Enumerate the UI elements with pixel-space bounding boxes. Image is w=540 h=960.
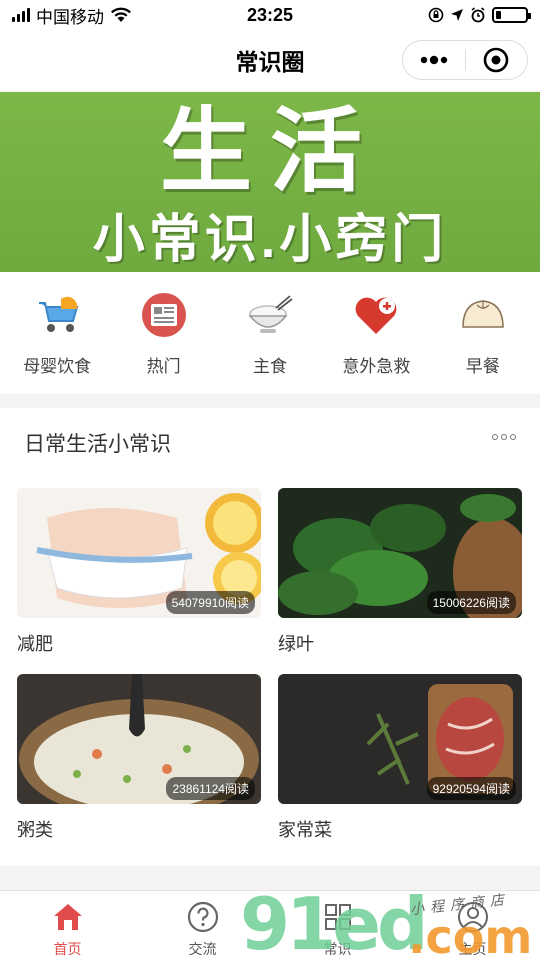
read-count-badge: 54079910阅读: [165, 591, 255, 614]
banner-title: 生活: [159, 101, 380, 203]
carrier-label: 中国移动: [36, 7, 104, 27]
category-row: 母婴饮食 热门 主食 意外急救 早餐: [0, 272, 540, 394]
close-button[interactable]: [466, 41, 528, 79]
card-image: 15006226阅读: [278, 488, 522, 618]
question-circle-icon: [186, 901, 220, 933]
steamed-bun-icon: [458, 290, 508, 340]
card-title: 粥类: [17, 820, 53, 840]
tips-section: 日常生活小常识 54079910阅读 减肥 15006226阅读 绿叶 2386…: [0, 408, 540, 866]
tab-label: 主页: [458, 941, 487, 957]
tab-bar: 首页 交流 常识 主页: [0, 890, 540, 960]
tab-knowledge[interactable]: 常识: [270, 891, 405, 960]
more-options-icon[interactable]: [492, 434, 516, 440]
alarm-icon: [471, 7, 485, 23]
category-label: 意外急救: [342, 357, 411, 376]
category-label: 主食: [252, 357, 287, 376]
home-icon: [51, 901, 85, 933]
more-button[interactable]: [403, 41, 465, 79]
article-card-weight-loss[interactable]: 54079910阅读 减肥: [17, 488, 261, 656]
article-card-home-cooking[interactable]: 92920594阅读 家常菜: [278, 674, 522, 842]
card-image: 54079910阅读: [17, 488, 261, 618]
banner[interactable]: 生活 小常识.小窍门: [0, 92, 540, 272]
read-count-badge: 92920594阅读: [426, 777, 516, 800]
user-icon: [456, 901, 490, 933]
status-right: [428, 7, 531, 23]
rice-bowl-icon: [245, 290, 295, 340]
card-title: 绿叶: [278, 634, 314, 654]
read-count-badge: 15006226阅读: [426, 591, 516, 614]
mini-program-capsule: [402, 40, 528, 80]
category-item-first-aid[interactable]: 意外急救: [326, 272, 426, 394]
category-item-staple[interactable]: 主食: [220, 272, 320, 394]
category-label: 母婴饮食: [23, 357, 92, 376]
signal-icon: [12, 8, 30, 22]
banner-subtitle: 小常识.小窍门: [92, 211, 448, 269]
wifi-icon: [111, 7, 131, 22]
card-image: 23861124阅读: [17, 674, 261, 804]
category-item-hot[interactable]: 热门: [114, 272, 214, 394]
orientation-lock-icon: [428, 7, 444, 23]
location-icon: [451, 9, 463, 21]
baby-stroller-icon: [32, 290, 82, 340]
tab-home[interactable]: 首页: [0, 891, 135, 960]
tab-label: 首页: [53, 941, 82, 957]
target-close-icon: [483, 47, 509, 73]
card-title: 家常菜: [278, 820, 332, 840]
category-item-baby-food[interactable]: 母婴饮食: [7, 272, 107, 394]
category-label: 热门: [146, 357, 181, 376]
read-count-badge: 23861124阅读: [166, 777, 255, 800]
tab-discuss[interactable]: 交流: [135, 891, 270, 960]
nav-bar: 常识圈: [0, 30, 540, 90]
page-title: 常识圈: [235, 49, 305, 75]
grid-icon: [321, 901, 355, 933]
first-aid-heart-icon: [351, 290, 401, 340]
battery-fill: [496, 11, 502, 19]
status-bar: 中国移动 23:25: [0, 0, 540, 30]
section-title: 日常生活小常识: [24, 433, 171, 456]
article-card-greens[interactable]: 15006226阅读 绿叶: [278, 488, 522, 656]
card-title: 减肥: [17, 634, 53, 654]
tab-profile[interactable]: 主页: [405, 891, 540, 960]
tab-label: 交流: [188, 941, 217, 957]
more-dots-icon: [420, 55, 447, 65]
battery-icon: [492, 7, 531, 23]
status-left: 中国移动: [12, 3, 132, 28]
newspaper-icon: [139, 290, 189, 340]
article-card-porridge[interactable]: 23861124阅读 粥类: [17, 674, 261, 842]
category-label: 早餐: [465, 357, 500, 376]
tab-label: 常识: [323, 941, 352, 957]
category-item-breakfast[interactable]: 早餐: [433, 272, 533, 394]
card-image: 92920594阅读: [278, 674, 522, 804]
